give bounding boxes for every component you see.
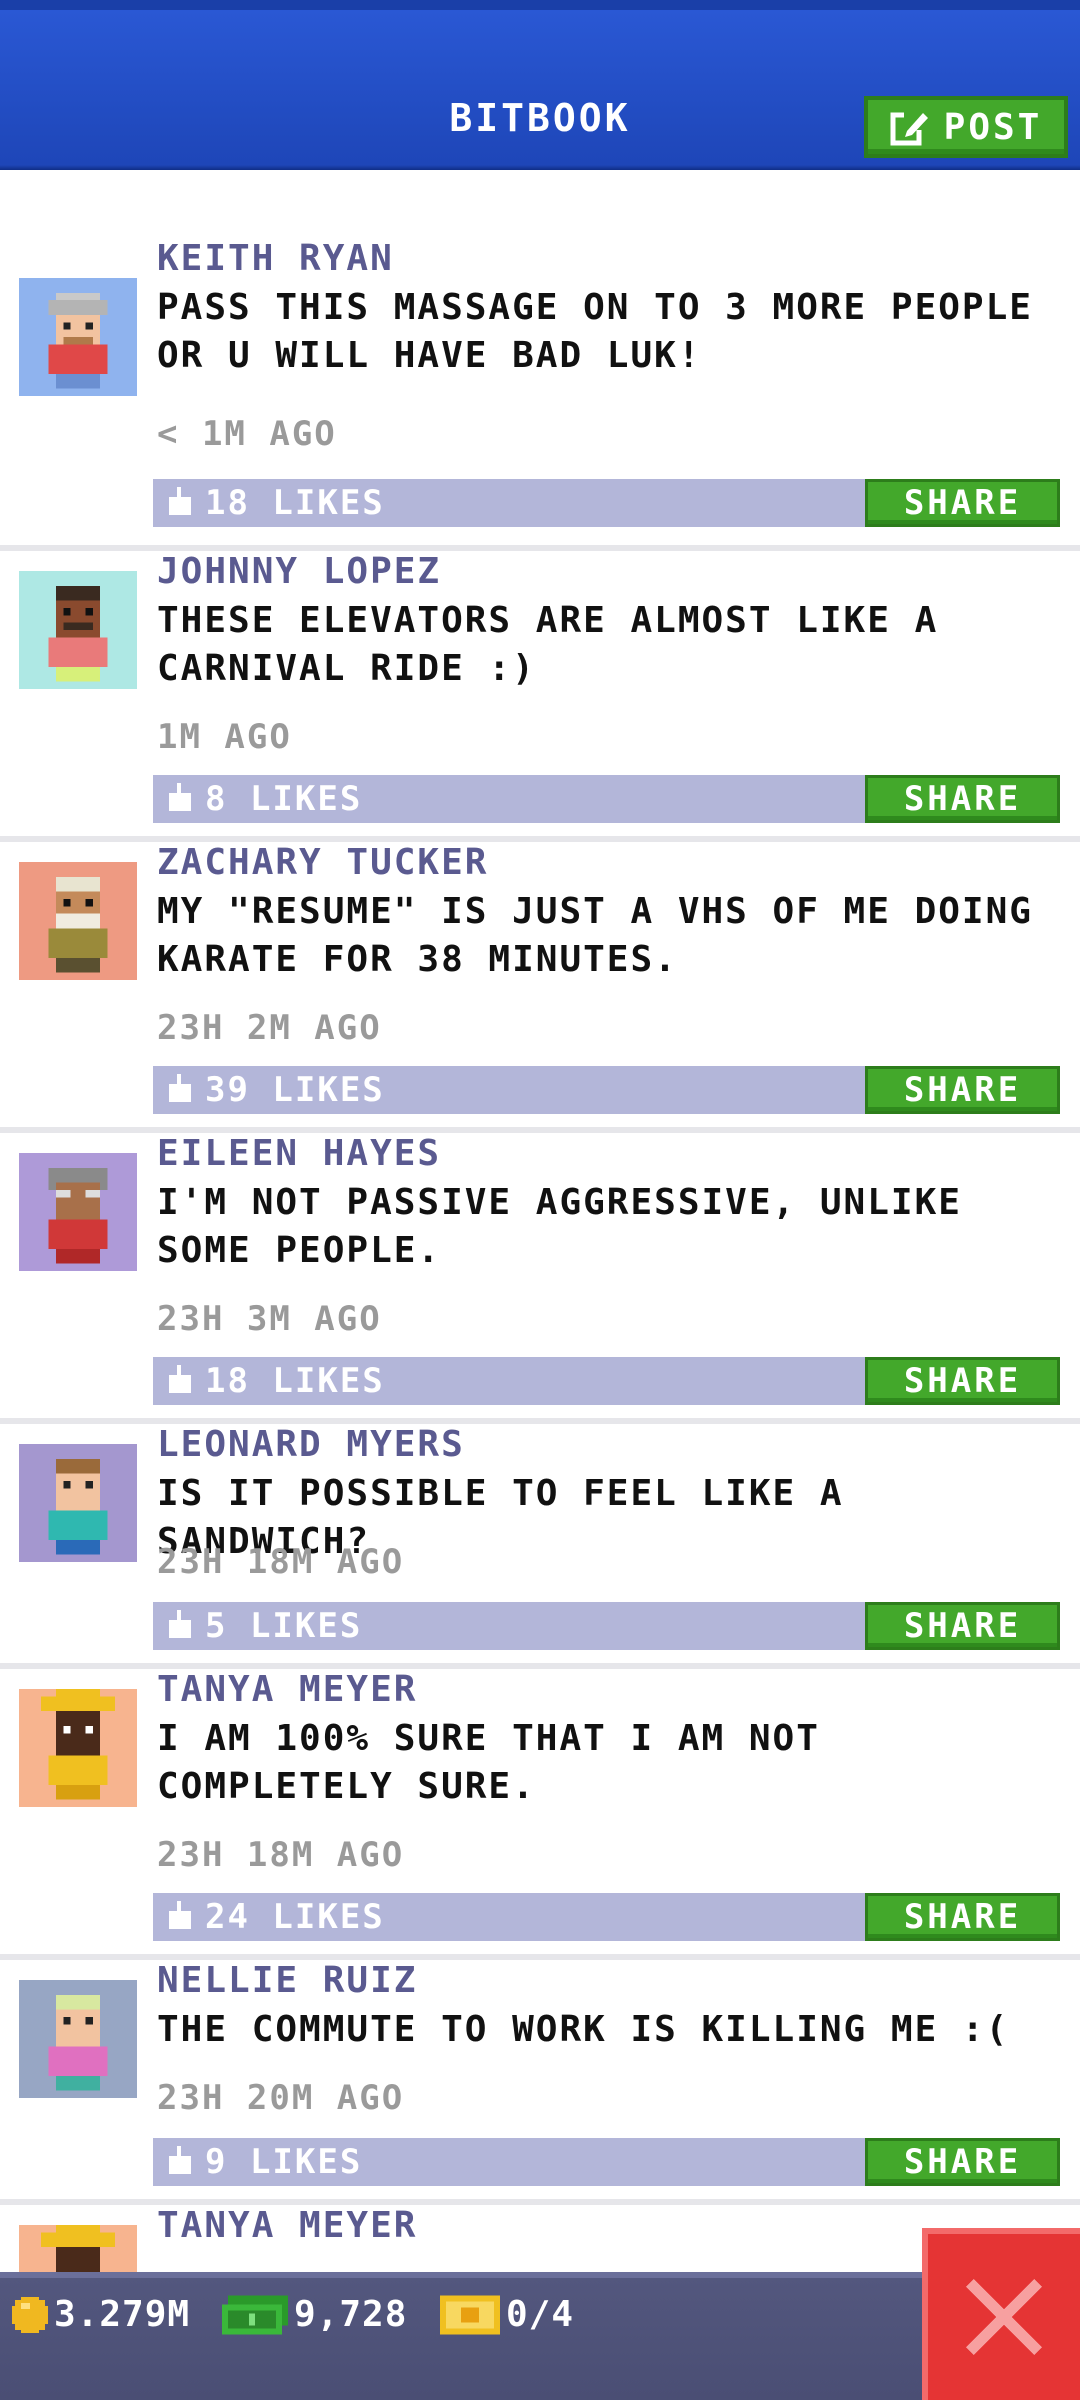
share-button[interactable]: SHARE (865, 2138, 1060, 2186)
avatar[interactable] (19, 1689, 137, 1807)
like-bar: 24 LIKES SHARE (153, 1893, 1060, 1941)
tickets-stat: 0/4 (440, 2294, 574, 2335)
post-author[interactable]: LEONARD MYERS (157, 1424, 465, 1465)
like-bar: 5 LIKES SHARE (153, 1602, 1060, 1650)
feed-post: KEITH RYAN PASS THIS MASSAGE ON TO 3 MOR… (0, 170, 1080, 551)
close-button[interactable] (922, 2228, 1080, 2400)
avatar[interactable] (19, 1444, 137, 1562)
share-button[interactable]: SHARE (865, 775, 1060, 823)
post-time: 23H 20M AGO (157, 2078, 405, 2118)
bux-stat: 9,728 (222, 2294, 407, 2335)
share-button[interactable]: SHARE (865, 1066, 1060, 1114)
post-message: THESE ELEVATORS ARE ALMOST LIKE A CARNIV… (157, 600, 939, 689)
feed-list[interactable]: KEITH RYAN PASS THIS MASSAGE ON TO 3 MOR… (0, 170, 1080, 2405)
post-author[interactable]: TANYA MEYER (157, 1669, 417, 1710)
share-button[interactable]: SHARE (865, 1893, 1060, 1941)
post-author[interactable]: JOHNNY LOPEZ (157, 551, 441, 592)
post-button[interactable]: POST (864, 96, 1068, 158)
avatar[interactable] (19, 1980, 137, 2098)
post-message: THE COMMUTE TO WORK IS KILLING ME :( (157, 2009, 1010, 2050)
bottom-status-bar: 3.279M 9,728 0/4 (0, 2272, 1080, 2400)
top-bar: BITBOOK POST (0, 0, 1080, 170)
bux-value: 9,728 (294, 2294, 408, 2335)
like-count: 18 LIKES (205, 483, 385, 523)
like-count: 8 LIKES (205, 779, 363, 819)
like-count: 39 LIKES (205, 1070, 385, 1110)
feed-post: TANYA MEYER I AM 100% SURE THAT I AM NOT… (0, 1669, 1080, 1960)
post-time: 23H 18M AGO (157, 1542, 405, 1582)
post-message: I'M NOT PASSIVE AGGRESSIVE, UNLIKE SOME … (157, 1182, 962, 1271)
coins-stat: 3.279M (12, 2294, 190, 2335)
post-time: 23H 18M AGO (157, 1835, 405, 1875)
post-time: 23H 3M AGO (157, 1299, 382, 1339)
feed-post: LEONARD MYERS IS IT POSSIBLE TO FEEL LIK… (0, 1424, 1080, 1669)
share-button[interactable]: SHARE (865, 479, 1060, 527)
like-bar: 18 LIKES SHARE (153, 479, 1060, 527)
avatar[interactable] (19, 278, 137, 396)
post-author[interactable]: TANYA MEYER (157, 2205, 417, 2246)
thumb-up-icon (169, 2146, 191, 2174)
like-bar: 39 LIKES SHARE (153, 1066, 1060, 1114)
coins-value: 3.279M (54, 2294, 191, 2335)
avatar[interactable] (19, 1153, 137, 1271)
post-time: 1M AGO (157, 717, 292, 757)
feed-post: JOHNNY LOPEZ THESE ELEVATORS ARE ALMOST … (0, 551, 1080, 842)
post-button-label: POST (943, 106, 1043, 148)
post-author[interactable]: NELLIE RUIZ (157, 1960, 417, 2001)
like-count: 9 LIKES (205, 2142, 363, 2182)
like-bar: 9 LIKES SHARE (153, 2138, 1060, 2186)
thumb-up-icon (169, 1074, 191, 1102)
feed-post: ZACHARY TUCKER MY "RESUME" IS JUST A VHS… (0, 842, 1080, 1133)
close-icon (966, 2279, 1042, 2355)
like-bar: 18 LIKES SHARE (153, 1357, 1060, 1405)
tickets-value: 0/4 (506, 2294, 575, 2335)
post-message: PASS THIS MASSAGE ON TO 3 MORE PEOPLE OR… (157, 287, 1033, 376)
like-count: 24 LIKES (205, 1897, 385, 1937)
feed-post: EILEEN HAYES I'M NOT PASSIVE AGGRESSIVE,… (0, 1133, 1080, 1424)
share-button[interactable]: SHARE (865, 1357, 1060, 1405)
thumb-up-icon (169, 1610, 191, 1638)
post-author[interactable]: ZACHARY TUCKER (157, 842, 488, 883)
post-message: I AM 100% SURE THAT I AM NOT COMPLETELY … (157, 1718, 820, 1807)
like-bar: 8 LIKES SHARE (153, 775, 1060, 823)
post-author[interactable]: EILEEN HAYES (157, 1133, 441, 1174)
feed-post: NELLIE RUIZ THE COMMUTE TO WORK IS KILLI… (0, 1960, 1080, 2205)
post-time: < 1M AGO (157, 414, 337, 454)
post-message: MY "RESUME" IS JUST A VHS OF ME DOING KA… (157, 891, 1033, 980)
ticket-icon (440, 2295, 500, 2334)
thumb-up-icon (169, 487, 191, 515)
like-count: 5 LIKES (205, 1606, 363, 1646)
share-button[interactable]: SHARE (865, 1602, 1060, 1650)
thumb-up-icon (169, 1365, 191, 1393)
post-author[interactable]: KEITH RYAN (157, 238, 394, 279)
edit-icon (890, 110, 930, 146)
post-time: 23H 2M AGO (157, 1008, 382, 1048)
avatar[interactable] (19, 571, 137, 689)
thumb-up-icon (169, 783, 191, 811)
bux-icon (222, 2295, 288, 2334)
coin-icon (12, 2296, 48, 2333)
like-count: 18 LIKES (205, 1361, 385, 1401)
avatar[interactable] (19, 862, 137, 980)
thumb-up-icon (169, 1901, 191, 1929)
